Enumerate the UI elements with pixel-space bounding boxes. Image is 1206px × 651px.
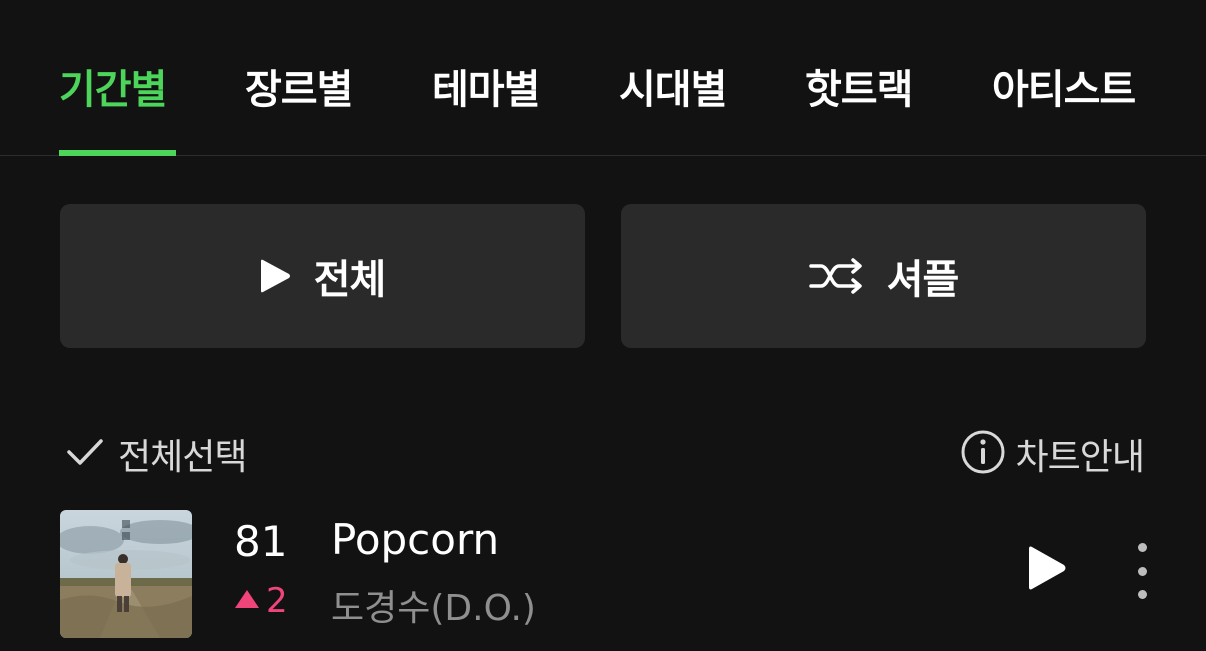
play-all-button[interactable]: 전체: [60, 204, 585, 348]
shuffle-button[interactable]: 셔플: [621, 204, 1146, 348]
track-rank: 81: [234, 517, 288, 566]
tab-genre[interactable]: 장르별: [245, 64, 353, 116]
shuffle-label: 셔플: [886, 257, 960, 303]
track-title[interactable]: Popcorn: [331, 515, 499, 564]
tab-period[interactable]: 기간별: [59, 64, 167, 116]
play-all-label: 전체: [313, 257, 387, 303]
track-play-button[interactable]: [1026, 543, 1070, 593]
chart-screen: 기간별 장르별 테마별 시대별 핫트랙 아티스트 전체 셔플 전체선택 차트안내…: [0, 0, 1206, 651]
play-icon: [260, 257, 292, 295]
track-row[interactable]: 81 2 Popcorn 도경수(D.O.): [0, 505, 1206, 651]
more-dot: [1137, 566, 1147, 576]
chart-info-button[interactable]: 차트안내: [960, 428, 1145, 480]
more-dot: [1137, 590, 1147, 599]
category-tabs: 기간별 장르별 테마별 시대별 핫트랙 아티스트: [0, 0, 1206, 156]
shuffle-icon: [808, 258, 865, 294]
more-dot: [1137, 543, 1147, 552]
play-icon: [1026, 546, 1070, 597]
select-all-label: 전체선택: [118, 437, 247, 478]
track-artist[interactable]: 도경수(D.O.): [331, 579, 536, 631]
rank-change: 2: [234, 581, 288, 621]
chart-info-label: 차트안내: [1015, 437, 1145, 478]
info-icon: [960, 429, 1006, 479]
album-art[interactable]: [60, 510, 192, 638]
track-more-button[interactable]: [1128, 543, 1156, 599]
rank-up-icon: [234, 589, 260, 613]
active-tab-indicator: [59, 150, 176, 156]
tab-hot-track[interactable]: 핫트랙: [805, 64, 913, 116]
tab-era[interactable]: 시대별: [619, 64, 727, 116]
tab-artist[interactable]: 아티스트: [992, 64, 1136, 116]
tab-theme[interactable]: 테마별: [432, 64, 540, 116]
select-all-button[interactable]: 전체선택: [66, 428, 247, 480]
checkmark-icon: [66, 437, 104, 471]
rank-change-value: 2: [266, 581, 288, 621]
